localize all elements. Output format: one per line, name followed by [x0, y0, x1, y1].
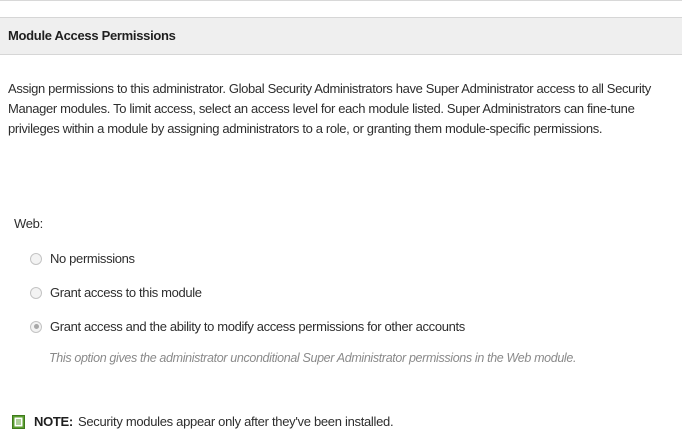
web-module-label: Web:	[14, 216, 43, 231]
radio-label-grant-access: Grant access to this module	[50, 285, 202, 300]
note-label: NOTE:	[34, 414, 73, 429]
radio-option-grant-access[interactable]: Grant access to this module	[30, 285, 202, 300]
option-help-text: This option gives the administrator unco…	[49, 351, 577, 365]
panel-header: Module Access Permissions	[0, 17, 682, 55]
module-access-permissions-panel: Module Access Permissions Assign permiss…	[0, 0, 682, 443]
radio-option-no-permissions[interactable]: No permissions	[30, 251, 135, 266]
install-note: NOTE: Security modules appear only after…	[12, 414, 394, 429]
radio-label-no-permissions: No permissions	[50, 251, 135, 266]
panel-description: Assign permissions to this administrator…	[8, 81, 651, 136]
radio-button-grant-access-and-modify[interactable]	[30, 320, 42, 333]
note-icon	[12, 414, 25, 429]
radio-label-grant-access-and-modify: Grant access and the ability to modify a…	[50, 319, 465, 334]
note-text: Security modules appear only after they'…	[77, 414, 394, 429]
panel-title: Module Access Permissions	[8, 28, 176, 43]
radio-button-no-permissions[interactable]	[30, 252, 42, 265]
radio-option-grant-access-and-modify[interactable]: Grant access and the ability to modify a…	[30, 319, 465, 334]
radio-button-grant-access[interactable]	[30, 286, 42, 299]
